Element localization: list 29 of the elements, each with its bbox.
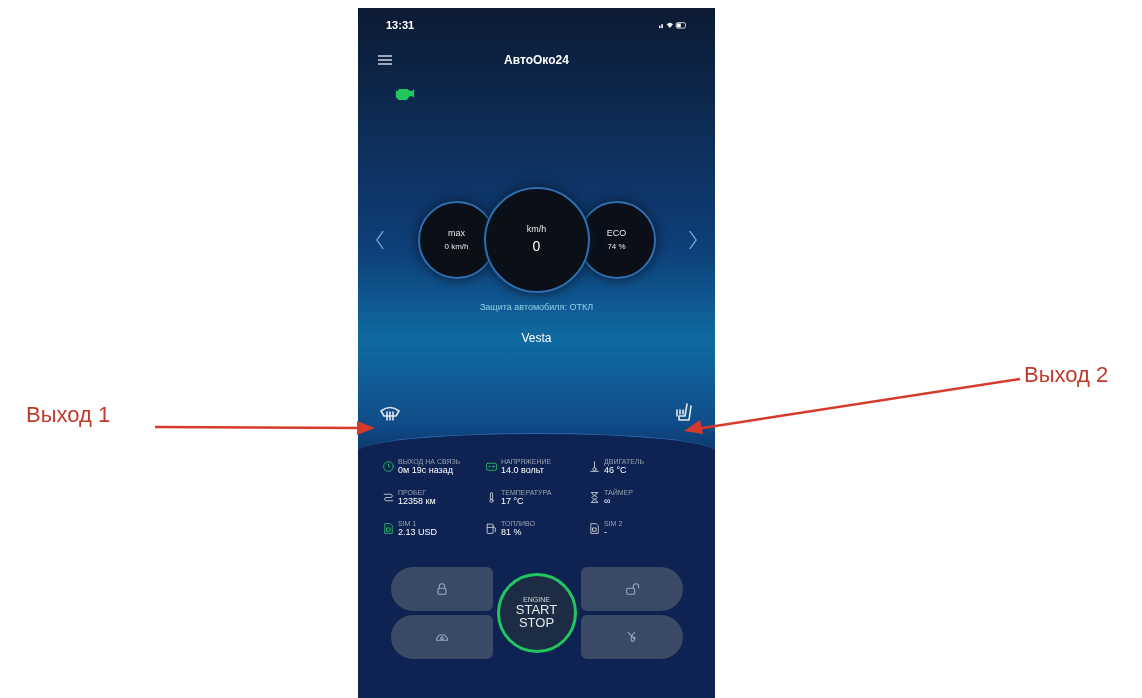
menu-icon[interactable]	[378, 55, 392, 65]
chevron-right-icon[interactable]	[689, 229, 697, 251]
info-value: 0м 19с назад	[398, 465, 454, 475]
protection-status: Защита автомобиля: ОТКЛ	[478, 301, 595, 314]
app-title: АвтоОко24	[503, 52, 570, 69]
start-label: START	[515, 603, 558, 616]
status-time: 13:31	[386, 17, 415, 33]
info-value: 12358 км	[398, 496, 436, 506]
annotation-label: Выход 2	[1024, 361, 1109, 389]
gauge-value: 0	[532, 237, 541, 257]
annotation-label: Выход 1	[26, 401, 111, 429]
gauge-label: km/h	[526, 222, 547, 236]
status-icons-drawing	[659, 21, 687, 29]
chevron-left-icon[interactable]	[376, 229, 384, 251]
check-engine-icon	[394, 86, 416, 101]
info-value: ∞	[604, 496, 612, 506]
gauge-label: max	[448, 227, 465, 241]
info-value: 17 °C	[501, 496, 525, 506]
car-name: Vesta	[520, 329, 553, 347]
gauge-label: ECO	[606, 227, 627, 241]
info-value: -	[604, 527, 608, 537]
stop-label: STOP	[518, 616, 555, 629]
info-value: 46 °C	[604, 465, 627, 475]
gauge-value: 0 km/h	[444, 240, 469, 253]
gauge-value: 74 %	[607, 240, 626, 253]
info-value: 81 %	[501, 527, 523, 537]
info-value: 14.0 вольт	[501, 465, 545, 475]
info-value: 2.13 USD	[398, 527, 438, 537]
unlock-icon	[623, 580, 640, 597]
